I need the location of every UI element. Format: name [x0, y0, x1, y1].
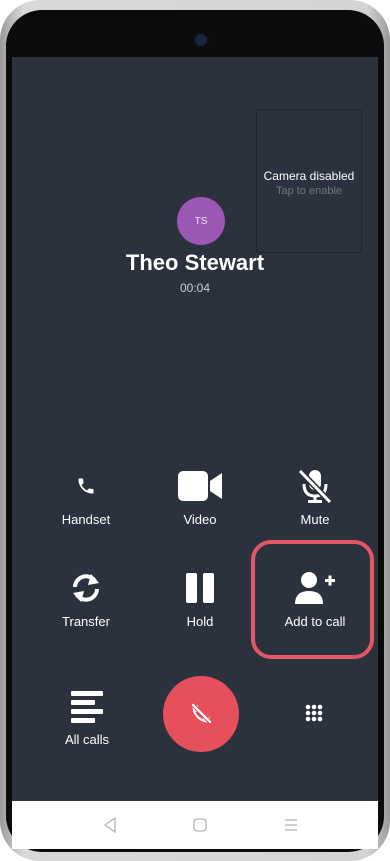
home-icon: [193, 818, 207, 832]
dialpad-button[interactable]: [264, 693, 364, 733]
video-camera-icon: [178, 471, 222, 501]
handset-label: Handset: [61, 512, 111, 527]
mic-off-icon: [297, 468, 333, 504]
transfer-button[interactable]: Transfer: [36, 568, 136, 629]
recents-icon: [285, 819, 297, 831]
hold-button[interactable]: Hold: [150, 568, 250, 629]
transfer-label: Transfer: [62, 614, 110, 629]
handset-button[interactable]: Handset: [36, 466, 136, 527]
phone-icon: [78, 478, 94, 494]
dialpad-icon: [305, 704, 323, 722]
avatar: TS: [177, 197, 225, 245]
hold-label: Hold: [186, 614, 214, 629]
add-to-call-highlight: [251, 540, 374, 659]
back-icon: [103, 817, 116, 833]
recents-button[interactable]: [281, 815, 301, 835]
back-button[interactable]: [100, 815, 120, 835]
mute-button[interactable]: Mute: [265, 466, 365, 527]
call-end-icon: [190, 702, 213, 725]
pause-icon: [186, 573, 214, 603]
camera-disabled-label: Camera disabled: [263, 169, 355, 183]
contact-name: Theo Stewart: [125, 250, 265, 275]
video-label: Video: [183, 512, 217, 527]
tap-to-enable-label: Tap to enable: [275, 185, 343, 197]
mute-label: Mute: [300, 512, 330, 527]
transfer-icon: [73, 574, 99, 602]
list-icon: [71, 691, 103, 723]
all-calls-button[interactable]: All calls: [37, 686, 137, 747]
call-duration: 00:04: [179, 281, 211, 295]
video-button[interactable]: Video: [150, 466, 250, 527]
home-button[interactable]: [190, 815, 210, 835]
front-camera: [195, 34, 207, 46]
end-call-button[interactable]: [163, 676, 239, 752]
all-calls-label: All calls: [64, 732, 110, 747]
system-nav-bar: [12, 801, 378, 849]
camera-preview[interactable]: Camera disabled Tap to enable: [256, 109, 362, 253]
